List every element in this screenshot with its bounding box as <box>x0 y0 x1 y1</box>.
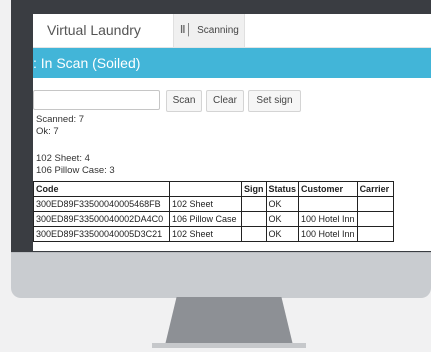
cell-customer: 100 Hotel Inn <box>298 226 358 242</box>
clear-button[interactable]: Clear <box>206 90 244 112</box>
top-tabs: Virtual Laundry ‖│ Scanning <box>33 14 431 48</box>
monitor-foot <box>152 343 306 348</box>
cell-sign <box>241 211 267 227</box>
item-count-pillow-case: 106 Pillow Case: 3 <box>36 165 115 176</box>
column-header-carrier: Carrier <box>356 181 394 197</box>
scan-button[interactable]: Scan <box>166 90 202 112</box>
cell-status: OK <box>265 226 300 242</box>
tab-scanning[interactable]: ‖│ Scanning <box>173 14 245 47</box>
cell-sign <box>241 226 267 242</box>
page-title-bar: : In Scan (Soiled) <box>33 48 431 78</box>
table-row[interactable]: 300ED89F33500040005D3C21 102 Sheet OK 10… <box>33 226 394 242</box>
cell-status: OK <box>265 211 300 227</box>
set-sign-button[interactable]: Set sign <box>248 90 301 112</box>
scan-table: Code Sign Status Customer Carrier 300ED8… <box>33 181 394 242</box>
scanned-count: Scanned: 7 <box>36 114 85 125</box>
cell-code: 300ED89F33500040005D3C21 <box>33 226 170 242</box>
column-header-item <box>169 181 242 197</box>
ok-count: Ok: 7 <box>36 126 59 137</box>
cell-code: 300ED89F33500040005468FB <box>33 196 170 212</box>
table-row[interactable]: 300ED89F33500040002DA4C0 106 Pillow Case… <box>33 211 394 227</box>
scan-controls: Scan Clear Set sign <box>33 90 431 112</box>
cell-customer: 100 Hotel Inn <box>298 211 358 227</box>
cell-item: 102 Sheet <box>169 226 242 242</box>
tab-scanning-label: Scanning <box>197 25 239 36</box>
table-header-row: Code Sign Status Customer Carrier <box>33 181 394 197</box>
column-header-sign: Sign <box>241 181 267 197</box>
monitor-stand <box>165 297 293 343</box>
barcode-icon: ‖│ <box>180 24 193 36</box>
cell-item: 102 Sheet <box>169 196 242 212</box>
cell-carrier <box>356 226 394 242</box>
cell-carrier <box>356 196 394 212</box>
table-row[interactable]: 300ED89F33500040005468FB 102 Sheet OK <box>33 196 394 212</box>
column-header-customer: Customer <box>298 181 358 197</box>
monitor-chin <box>11 252 431 298</box>
cell-item: 106 Pillow Case <box>169 211 242 227</box>
tab-virtual-laundry[interactable]: Virtual Laundry <box>33 14 173 47</box>
page-title: : In Scan (Soiled) <box>33 55 141 71</box>
column-header-code: Code <box>33 181 170 197</box>
column-header-status: Status <box>265 181 300 197</box>
app-screen: Virtual Laundry ‖│ Scanning : In Scan (S… <box>33 14 431 251</box>
cell-customer <box>298 196 358 212</box>
scan-input[interactable] <box>33 90 160 110</box>
tab-virtual-laundry-label: Virtual Laundry <box>47 22 141 38</box>
cell-status: OK <box>265 196 300 212</box>
cell-code: 300ED89F33500040002DA4C0 <box>33 211 170 227</box>
item-count-sheet: 102 Sheet: 4 <box>36 153 90 164</box>
cell-sign <box>241 196 267 212</box>
cell-carrier <box>356 211 394 227</box>
